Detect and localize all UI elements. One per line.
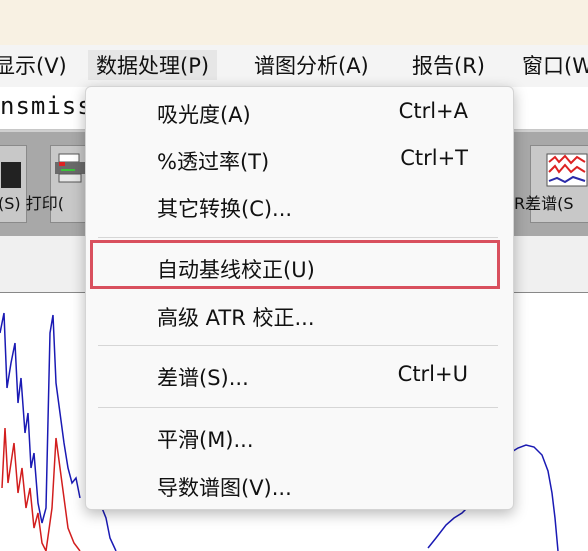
menu-item-shortcut: Ctrl+T	[400, 146, 468, 170]
spectrum-line-red-left	[1, 427, 81, 551]
save-icon	[1, 162, 21, 188]
spectrum-line-blue-left	[0, 312, 81, 524]
printer-icon	[55, 153, 85, 183]
menu-item-shortcut: Ctrl+U	[397, 362, 468, 386]
menu-bar: 显示(V) 数据处理(P) 谱图分析(A) 报告(R) 窗口(W	[0, 45, 588, 87]
menu-report[interactable]: 报告(R)	[412, 50, 485, 80]
file-name-text: nsmiss	[0, 92, 93, 120]
menu-item-smooth[interactable]: 平滑(M)...	[86, 416, 513, 458]
menu-item-derivative[interactable]: 导数谱图(V)...	[86, 464, 513, 506]
menu-spectrum-analysis[interactable]: 谱图分析(A)	[254, 50, 369, 80]
menu-item-label: 吸光度(A)	[157, 103, 251, 127]
menu-item-subtraction[interactable]: 差谱(S)... Ctrl+U	[86, 354, 513, 396]
spectrum-line-blue-mid	[99, 502, 117, 551]
menu-item-absorbance[interactable]: 吸光度(A) Ctrl+A	[86, 91, 513, 133]
menu-item-label: 其它转换(C)...	[157, 197, 293, 221]
menu-window[interactable]: 窗口(W	[522, 50, 588, 80]
menu-item-other-conversion[interactable]: 其它转换(C)...	[86, 185, 513, 227]
data-processing-dropdown: 吸光度(A) Ctrl+A %透过率(T) Ctrl+T 其它转换(C)... …	[85, 86, 514, 510]
toolbar-label-print: (S) 打印(	[0, 194, 64, 213]
menu-separator	[98, 407, 498, 408]
highlight-box	[90, 240, 500, 289]
menu-item-transmittance[interactable]: %透过率(T) Ctrl+T	[86, 138, 513, 180]
menu-data-processing[interactable]: 数据处理(P)	[88, 50, 218, 80]
toolbar-label-subtract: R差谱(S	[514, 194, 574, 213]
menu-item-label: %透过率(T)	[157, 150, 270, 174]
menu-item-shortcut: Ctrl+A	[398, 99, 468, 123]
menu-separator	[98, 345, 498, 346]
menu-separator	[98, 237, 498, 238]
menu-item-advanced-atr[interactable]: 高级 ATR 校正...	[86, 294, 513, 336]
title-bar	[0, 0, 588, 45]
menu-item-label: 平滑(M)...	[157, 428, 254, 452]
menu-item-label: 差谱(S)...	[157, 366, 249, 390]
subtract-spectrum-icon	[546, 153, 588, 187]
menu-view[interactable]: 显示(V)	[0, 50, 67, 80]
menu-item-label: 高级 ATR 校正...	[157, 306, 315, 330]
menu-item-label: 导数谱图(V)...	[157, 476, 292, 500]
